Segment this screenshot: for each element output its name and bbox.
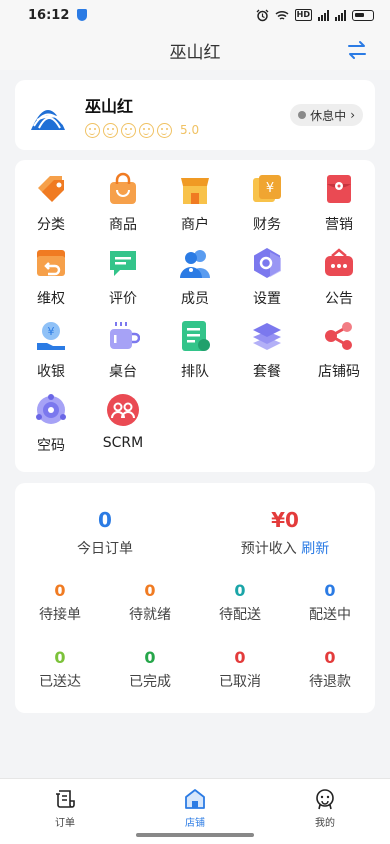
grid-item-settings[interactable]: 设置 [231, 244, 303, 318]
tab-orders[interactable]: 订单 [0, 779, 130, 844]
bag-icon [110, 172, 136, 204]
signal-icon-2 [335, 9, 346, 21]
grid-item-cashier[interactable]: ¥ 收银 [15, 317, 87, 391]
grid-item-empty-code[interactable]: 空码 [15, 391, 87, 465]
return-box-icon [37, 249, 65, 276]
today-orders[interactable]: 0 今日订单 [15, 508, 195, 558]
home-indicator [136, 833, 254, 837]
stat-pending-refund[interactable]: 0 待退款 [285, 648, 375, 691]
grid-item-category[interactable]: 分类 [15, 170, 87, 244]
order-icon [56, 790, 75, 808]
yen-icon: ¥ [253, 175, 281, 202]
stat-pending-ready[interactable]: 0 待就绪 [105, 581, 195, 624]
stats-row-2: 0 已送达 0 已完成 0 已取消 0 待退款 [15, 648, 375, 691]
queue-icon [182, 321, 210, 351]
smile-icon [85, 122, 100, 138]
store-name: 巫山红 [85, 96, 134, 116]
grid-item-merchant[interactable]: 商户 [159, 170, 231, 244]
stat-delivering[interactable]: 0 配送中 [285, 581, 375, 624]
grid-item-products[interactable]: 商品 [87, 170, 159, 244]
grid-item-finance[interactable]: ¥ 财务 [231, 170, 303, 244]
stat-cancelled[interactable]: 0 已取消 [195, 648, 285, 691]
shield-icon [77, 9, 88, 21]
alarm-icon [256, 9, 269, 21]
layers-icon [253, 323, 281, 350]
grid-item-notice[interactable]: 公告 [303, 244, 375, 318]
hd-badge: HD [294, 9, 312, 21]
store-status-button[interactable]: 休息中 › [290, 104, 363, 126]
store-status-label: 休息中 [310, 108, 347, 123]
grid-item-combos[interactable]: 套餐 [231, 317, 303, 391]
income-value: ¥0 [271, 508, 299, 532]
status-time: 16:12 [28, 7, 70, 23]
members-icon [180, 249, 210, 278]
today-orders-value: 0 [98, 508, 112, 532]
grid-item-tables[interactable]: 桌台 [87, 317, 159, 391]
code-icon [36, 393, 66, 424]
stat-pending-delivery[interactable]: 0 待配送 [195, 581, 285, 624]
smile-icon [103, 122, 118, 138]
stats-card: 0 今日订单 ¥0 预计收入 刷新 0 待接单 0 待就绪 0 待配送 0 配送… [15, 483, 375, 713]
svg-text:¥: ¥ [266, 181, 274, 196]
grid-item-queue[interactable]: 排队 [159, 317, 231, 391]
cashier-icon: ¥ [37, 322, 65, 350]
stats-row-1: 0 待接单 0 待就绪 0 待配送 0 配送中 [15, 581, 375, 624]
smile-icon [139, 122, 154, 138]
wifi-icon [275, 10, 289, 20]
shop-icon [181, 178, 209, 204]
cup-icon [110, 322, 140, 349]
function-grid: 分类 商品 商户 ¥ 财务 营销 维权 评价 成员 设置 公告 ¥ 收银 桌台 … [15, 160, 375, 472]
store-logo [31, 110, 65, 130]
stat-pending-accept[interactable]: 0 待接单 [15, 581, 105, 624]
smile-icon [121, 122, 136, 138]
battery-icon [352, 9, 374, 21]
income-label: 预计收入 [240, 541, 297, 557]
switch-store-icon[interactable] [346, 39, 368, 61]
grid-item-rights[interactable]: 维权 [15, 244, 87, 318]
grid-item-members[interactable]: 成员 [159, 244, 231, 318]
rating: 5.0 [85, 122, 200, 138]
store-icon [185, 789, 205, 809]
stat-delivered[interactable]: 0 已送达 [15, 648, 105, 691]
store-card[interactable]: 巫山红 5.0 休息中 › [15, 80, 375, 150]
stat-completed[interactable]: 0 已完成 [105, 648, 195, 691]
share-icon [325, 322, 352, 350]
profile-icon [316, 789, 334, 810]
red-envelope-icon [327, 175, 351, 203]
expected-income: ¥0 预计收入 刷新 [195, 508, 375, 558]
grid-item-scrm[interactable]: SCRM [87, 391, 159, 465]
smile-icon [157, 122, 172, 138]
grid-item-reviews[interactable]: 评价 [87, 244, 159, 318]
page-title: 巫山红 [169, 42, 221, 63]
scrm-icon [107, 393, 139, 426]
grid-item-store-code[interactable]: 店铺码 [303, 317, 375, 391]
grid-item-marketing[interactable]: 营销 [303, 170, 375, 244]
status-dot-icon [298, 111, 307, 119]
header: 巫山红 [0, 30, 390, 70]
svg-text:¥: ¥ [48, 325, 55, 338]
tab-mine[interactable]: 我的 [260, 779, 390, 844]
chevron-right-icon: › [350, 108, 355, 122]
notice-icon [325, 247, 353, 276]
tag-icon [38, 176, 64, 202]
hex-settings-icon [254, 247, 281, 278]
comment-icon [110, 250, 136, 276]
signal-icon [318, 9, 329, 21]
status-bar: 16:12 HD [0, 0, 390, 30]
rating-score: 5.0 [180, 123, 200, 137]
today-orders-label: 今日订单 [77, 541, 133, 557]
refresh-link[interactable]: 刷新 [301, 541, 329, 557]
